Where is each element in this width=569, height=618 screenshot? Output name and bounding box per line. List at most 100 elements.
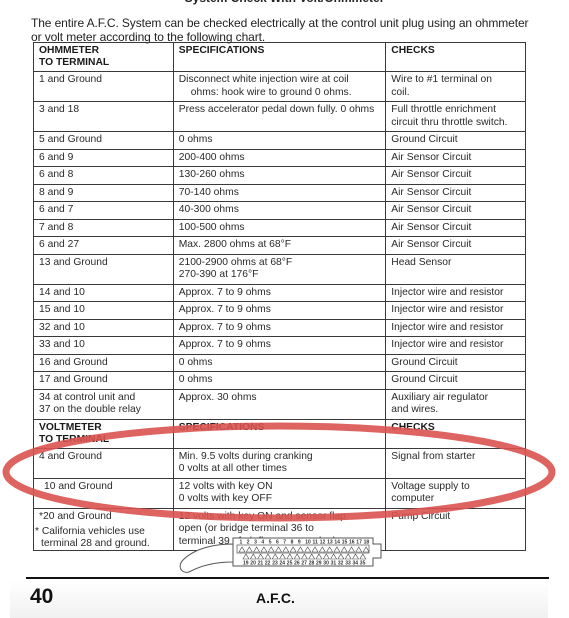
pin-label: 20	[250, 561, 256, 567]
terminal-cell-text: 3 and 18	[39, 104, 80, 115]
specification-cell: Approx. 7 to 9 ohms	[172, 336, 387, 355]
check-cell: Air Sensor Circuit	[385, 148, 526, 167]
check-cell-text: Air Sensor Circuit	[391, 169, 472, 180]
terminal-cell: 6 and 7	[33, 201, 174, 220]
terminal-cell-text: 8 and 9	[39, 186, 74, 198]
specification-cell-text: 0 ohms	[178, 374, 213, 385]
terminal-cell-text: 6 and 9	[39, 151, 74, 163]
specification-cell: 100-500 ohms	[172, 218, 387, 237]
specification-cell: 0 ohms	[172, 371, 387, 390]
table-row: 1 and Ground Disconnect white injection w…	[33, 71, 526, 102]
terminal-cell-text: 16 and Ground	[39, 356, 108, 368]
terminal-cell: 14 and 10	[33, 283, 174, 302]
table-row: 7 and 8 100-500 ohms Air Sensor Circuit	[33, 218, 526, 237]
specification-cell-text: 130-260 ohms	[178, 169, 245, 180]
terminal-cell: 13 and Ground	[33, 253, 174, 285]
terminal-cell-text: 6 and 27	[39, 239, 80, 250]
specification-cell-text: Max. 2800 ohms at 68°F	[178, 239, 292, 250]
check-cell-text: coil.	[391, 86, 410, 98]
specification-cell: 2100-2900 ohms at 68°F 270-390 at 176°F	[172, 253, 387, 285]
header-terminal: OHMMETER TO TERMINAL	[33, 42, 174, 72]
pin-label: 11	[313, 540, 319, 546]
check-cell-text: Injector wire and resistor	[391, 286, 504, 298]
specification-cell: 130-260 ohms	[172, 166, 387, 185]
pin-label: 30	[323, 561, 329, 567]
check-cell-text: Injector wire and resistor	[391, 304, 504, 315]
table-row: 17 and Ground 0 ohms Ground Circuit	[33, 371, 526, 390]
table-row: 14 and 10 Approx. 7 to 9 ohms Injector wir…	[33, 283, 526, 302]
table-row: 10 and Ground 12 volts with key ON 0 volts…	[33, 477, 526, 509]
check-cell-text: Air Sensor Circuit	[391, 204, 472, 215]
check-cell: Air Sensor Circuit	[385, 236, 526, 255]
pin-label: 9	[298, 540, 301, 546]
pin-label: 27	[301, 561, 307, 567]
terminal-cell: 34 at control unit and 37 on the double r…	[33, 388, 174, 420]
table-row: 32 and 10 Approx. 7 to 9 ohms Injector wir…	[33, 318, 526, 337]
pin-label: 31	[331, 561, 337, 567]
header-specifications: SPECIFICATIONS	[172, 418, 387, 449]
terminal-cell-text: 6 and 7	[39, 204, 74, 215]
pin-label: 13	[327, 540, 333, 546]
specification-cell-text: Press accelerator pedal down fully. 0 oh…	[178, 104, 375, 115]
check-cell-text: Wire to #1 terminal on	[391, 74, 493, 85]
specification-cell: Disconnect white injection wire at coil o…	[172, 71, 387, 102]
connector-shape: 1 2 3 4 5 6 7 8 9 10 11 12 13 14 15 16 17 1819 20 21 22 23 24 2…	[179, 537, 382, 573]
terminal-cell: 6 and 8	[33, 166, 174, 185]
pin-label: 15	[342, 540, 348, 546]
footnote-line: terminal 28 and ground.	[41, 538, 150, 549]
check-cell-text: Injector wire and resistor	[391, 339, 504, 350]
system-check-table: OHMMETER TO TERMINAL SPECIFICATIONS CHEC…	[33, 42, 526, 551]
header-terminal: VOLTMETER TO TERMINAL	[33, 418, 174, 449]
page-title: System Check With Volt/Ohmmeter	[0, 0, 569, 5]
specification-cell: 0 ohms	[172, 353, 387, 372]
specification-cell: 0 ohms	[172, 131, 387, 150]
pin-label: 24	[280, 561, 286, 567]
specification-cell-text: Approx. 7 to 9 ohms	[178, 339, 271, 350]
check-cell: Signal from starter	[385, 447, 526, 479]
pin-label: 35	[360, 561, 366, 567]
specification-cell-text: 0 volts at all other times	[178, 463, 287, 474]
pin-label: 34	[353, 561, 359, 567]
table-row: 6 and 9 200-400 ohms Air Sensor Circuit	[33, 148, 526, 167]
specification-cell-text: Min. 9.5 volts during cranking	[178, 450, 313, 462]
section-title: A.F.C.	[256, 590, 295, 606]
header-label: OHMMETER	[39, 45, 100, 56]
check-cell: Injector wire and resistor	[385, 283, 526, 302]
check-cell: Air Sensor Circuit	[385, 218, 526, 237]
table-row: 15 and 10 Approx. 7 to 9 ohms Injector wir…	[33, 301, 526, 320]
table-row: 3 and 18 Press accelerator pedal down ful…	[33, 101, 526, 132]
header-label: TO TERMINAL	[39, 57, 110, 68]
pin-label: 19	[243, 561, 249, 567]
check-cell-text: Air Sensor Circuit	[391, 151, 472, 163]
specification-cell: 12 volts with key ON 0 volts with key OFF	[172, 477, 387, 509]
terminal-cell-text: 37 on the double relay	[39, 404, 141, 415]
specification-cell: Approx. 7 to 9 ohms	[172, 318, 387, 337]
check-cell-text: computer	[391, 493, 435, 504]
table-row: 5 and Ground 0 ohms Ground Circuit	[33, 131, 526, 150]
terminal-cell-text: 32 and 10	[39, 321, 85, 333]
terminal-cell: 3 and 18	[33, 101, 174, 132]
pin-label: 17	[356, 540, 362, 546]
check-cell: Pump Circuit	[385, 507, 526, 551]
specification-cell-text: Approx. 30 ohms	[178, 391, 257, 403]
check-cell-text: Ground Circuit	[391, 134, 458, 145]
footnote: * California vehicles use terminal 28 an…	[35, 526, 150, 550]
header-checks: CHECKS	[385, 42, 526, 72]
table-row: 13 and Ground 2100-2900 ohms at 68°F 270-3…	[33, 253, 526, 285]
terminal-cell-text: 1 and Ground	[39, 74, 102, 85]
terminal-cell: 33 and 10	[33, 336, 174, 355]
specification-cell-text: 40-300 ohms	[178, 204, 239, 215]
specification-cell: Approx. 7 to 9 ohms	[172, 301, 387, 320]
terminal-cell-text: 5 and Ground	[39, 134, 102, 145]
specification-cell-text: Disconnect white injection wire at coil	[178, 74, 349, 85]
terminal-cell-text: 4 and Ground	[39, 450, 102, 462]
voltmeter-header-row: VOLTMETER TO TERMINAL SPECIFICATIONS CHECKS	[33, 418, 526, 449]
specification-cell-text: 12 volts with key ON	[178, 480, 273, 492]
pin-label: 7	[283, 540, 286, 546]
intro-paragraph: The entire A.F.C. System can be checked …	[31, 16, 529, 44]
terminal-cell: 16 and Ground	[33, 353, 174, 372]
specification-cell-text: 270-390 at 176°F	[178, 269, 259, 280]
check-cell: Ground Circuit	[385, 371, 526, 390]
pin-label: 14	[334, 540, 340, 546]
specification-cell: Approx. 7 to 9 ohms	[172, 283, 387, 302]
